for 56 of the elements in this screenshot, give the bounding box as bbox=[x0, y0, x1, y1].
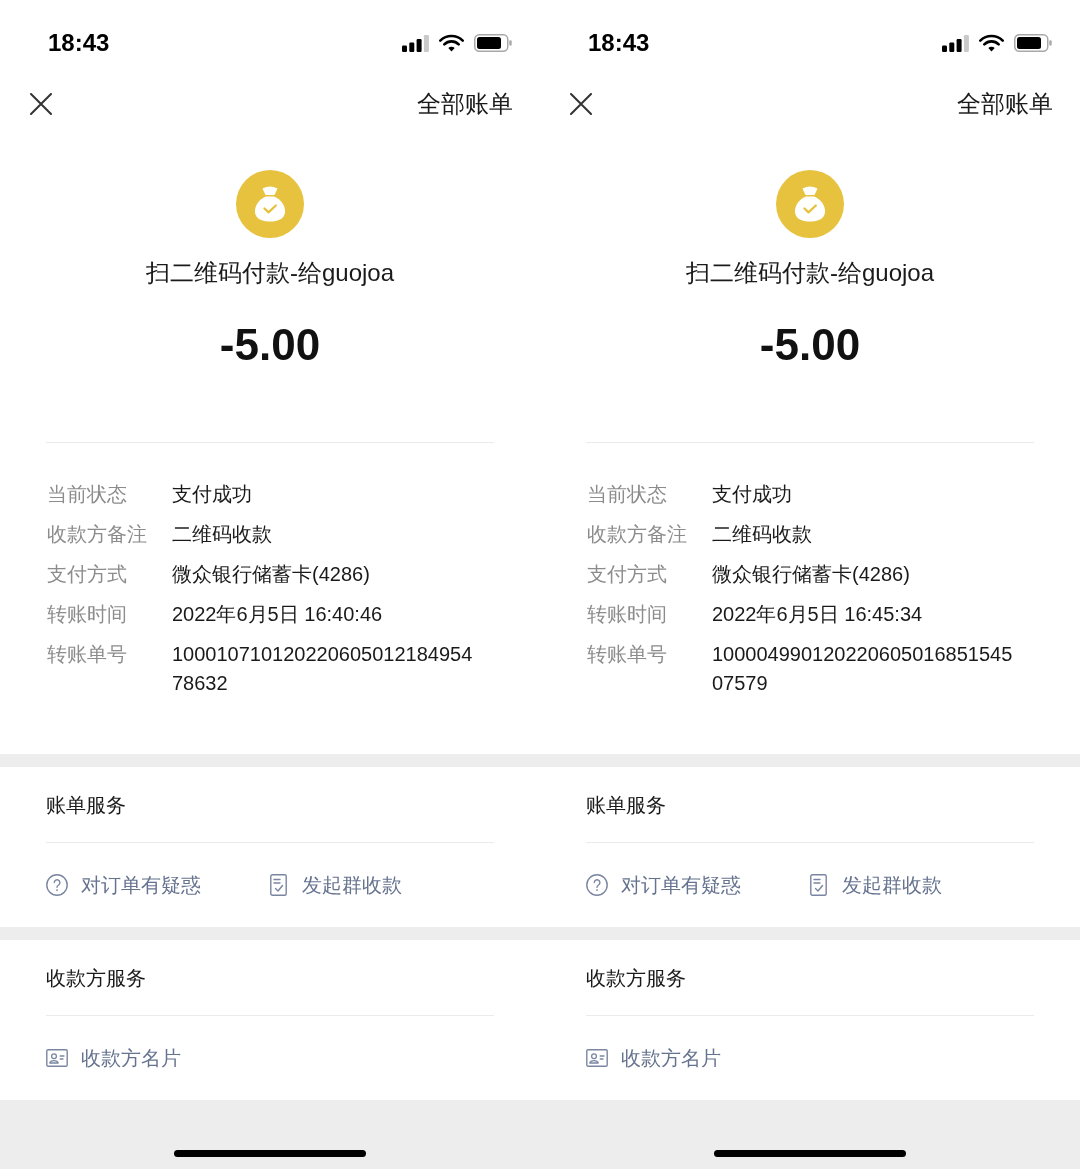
status-time: 18:43 bbox=[588, 29, 650, 57]
close-icon bbox=[570, 93, 592, 115]
payee-card-link[interactable]: 收款方名片 bbox=[46, 1044, 181, 1072]
group-collect-link[interactable]: 发起群收款 bbox=[270, 871, 402, 899]
contact-card-icon bbox=[586, 1049, 608, 1067]
detail-label: 转账单号 bbox=[587, 642, 668, 667]
help-link[interactable]: 对订单有疑惑 bbox=[586, 871, 741, 899]
help-link[interactable]: 对订单有疑惑 bbox=[46, 871, 201, 899]
detail-label: 转账单号 bbox=[47, 642, 128, 667]
payment-amount: -5.00 bbox=[219, 319, 321, 371]
detail-value: 二维码收款 bbox=[712, 522, 813, 547]
close-icon bbox=[30, 93, 52, 115]
wifi-icon bbox=[439, 34, 464, 52]
document-check-icon bbox=[810, 874, 827, 896]
money-bag-icon bbox=[776, 170, 844, 238]
section-title: 收款方服务 bbox=[586, 966, 687, 991]
payment-title: 扫二维码付款-给guojoa bbox=[685, 258, 935, 288]
detail-value: 支付成功 bbox=[712, 482, 793, 507]
detail-value: 二维码收款 bbox=[172, 522, 273, 547]
section-title: 账单服务 bbox=[586, 793, 667, 818]
signal-icon bbox=[942, 34, 969, 52]
question-icon bbox=[586, 874, 608, 896]
battery-icon bbox=[474, 34, 512, 52]
detail-value: 10001071012022060501218495478632 bbox=[172, 642, 474, 696]
wifi-icon bbox=[979, 34, 1004, 52]
detail-label: 支付方式 bbox=[47, 562, 128, 587]
detail-value: 微众银行储蓄卡(4286) bbox=[712, 562, 911, 587]
detail-label: 支付方式 bbox=[587, 562, 668, 587]
detail-label: 当前状态 bbox=[47, 482, 128, 507]
document-check-icon bbox=[270, 874, 287, 896]
detail-label: 收款方备注 bbox=[587, 522, 688, 547]
detail-value: 10000499012022060501685154507579 bbox=[712, 642, 1014, 696]
battery-icon bbox=[1014, 34, 1052, 52]
detail-value: 2022年6月5日 16:45:34 bbox=[712, 602, 924, 627]
detail-value: 2022年6月5日 16:40:46 bbox=[172, 602, 384, 627]
payment-amount: -5.00 bbox=[759, 319, 861, 371]
detail-label: 当前状态 bbox=[587, 482, 668, 507]
group-collect-link[interactable]: 发起群收款 bbox=[810, 871, 942, 899]
question-icon bbox=[46, 874, 68, 896]
close-button[interactable] bbox=[30, 93, 52, 115]
section-title: 账单服务 bbox=[46, 793, 127, 818]
all-bills-link[interactable]: 全部账单 bbox=[417, 88, 513, 120]
all-bills-link[interactable]: 全部账单 bbox=[957, 88, 1053, 120]
signal-icon bbox=[402, 34, 429, 52]
money-bag-icon bbox=[236, 170, 304, 238]
detail-label: 转账时间 bbox=[47, 602, 128, 627]
detail-value: 支付成功 bbox=[172, 482, 253, 507]
detail-label: 转账时间 bbox=[587, 602, 668, 627]
contact-card-icon bbox=[46, 1049, 68, 1067]
payment-title: 扫二维码付款-给guojoa bbox=[145, 258, 395, 288]
close-button[interactable] bbox=[570, 93, 592, 115]
status-time: 18:43 bbox=[48, 29, 110, 57]
section-title: 收款方服务 bbox=[46, 966, 147, 991]
payee-card-link[interactable]: 收款方名片 bbox=[586, 1044, 721, 1072]
detail-label: 收款方备注 bbox=[47, 522, 148, 547]
detail-value: 微众银行储蓄卡(4286) bbox=[172, 562, 371, 587]
